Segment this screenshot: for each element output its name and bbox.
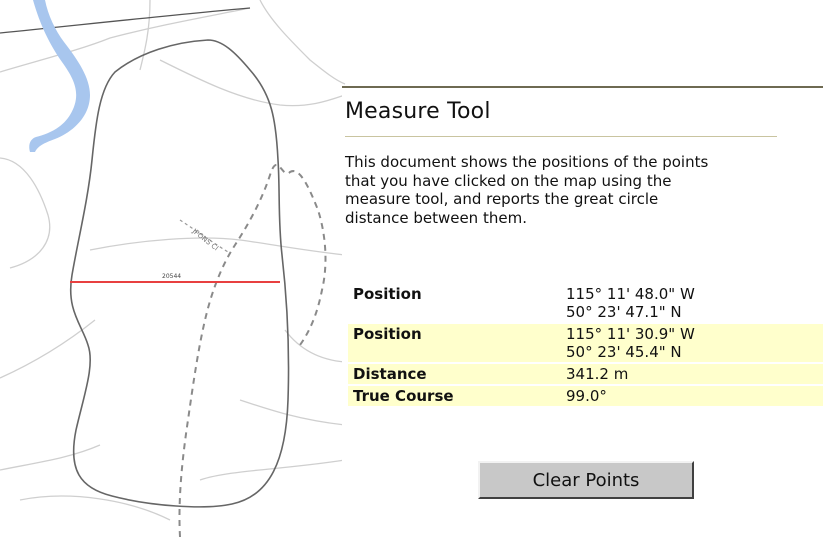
description-line: This document shows the positions of the… xyxy=(345,153,709,171)
dashed-trail xyxy=(178,163,327,537)
row-value: 115° 11' 48.0" W 50° 23' 47.1" N xyxy=(561,284,823,322)
row-label-position-1: Position xyxy=(353,285,422,303)
road-line xyxy=(0,157,51,269)
table-row: Position 115° 11' 30.9" W 50° 23' 45.4" … xyxy=(348,324,823,362)
description-line: that you have clicked on the map using t… xyxy=(345,171,672,190)
table-row: Position 115° 11' 48.0" W 50° 23' 47.1" … xyxy=(348,284,823,322)
true-course-text: 99.0° xyxy=(566,387,607,405)
road-line xyxy=(259,0,346,85)
true-course-value: 99.0° xyxy=(561,386,823,406)
road-line xyxy=(199,459,346,481)
row-label-distance: Distance xyxy=(348,364,561,384)
measure-tool-window: JPONS Cl 20544 Measure Tool This documen… xyxy=(0,0,823,537)
title-divider xyxy=(345,136,777,137)
road-line xyxy=(0,444,101,471)
clear-points-button[interactable]: Clear Points xyxy=(478,461,694,499)
road-label: JPONS Cl xyxy=(190,227,220,253)
top-divider xyxy=(342,86,823,88)
description-line: measure tool, and reports the great circ… xyxy=(345,190,659,208)
distance-value: 341.2 m xyxy=(561,364,823,384)
latitude-value: 50° 23' 45.4" N xyxy=(566,343,682,361)
road-line xyxy=(139,0,151,71)
table-row: True Course 99.0° xyxy=(348,386,823,406)
latitude-value: 50° 23' 47.1" N xyxy=(566,303,682,321)
longitude-value: 115° 11' 48.0" W xyxy=(566,285,695,303)
row-label-position-2: Position xyxy=(348,324,561,362)
road-line xyxy=(284,329,346,363)
longitude-value: 115° 11' 30.9" W xyxy=(566,325,695,343)
description: This document shows the positions of the… xyxy=(345,153,823,227)
page-title: Measure Tool xyxy=(345,99,491,124)
road-line xyxy=(239,399,346,426)
road-line xyxy=(159,59,346,107)
results-table: Position 115° 11' 48.0" W 50° 23' 47.1" … xyxy=(348,282,823,408)
segment-label: 20544 xyxy=(162,273,181,280)
river-water xyxy=(29,0,90,152)
row-value: 115° 11' 30.9" W 50° 23' 45.4" N xyxy=(561,324,823,362)
measure-panel: Measure Tool This document shows the pos… xyxy=(342,86,823,537)
road-line xyxy=(19,495,171,521)
description-line: distance between them. xyxy=(345,208,527,227)
table-row: Distance 341.2 m xyxy=(348,364,823,384)
distance-text: 341.2 m xyxy=(566,365,629,383)
row-label-true-course: True Course xyxy=(348,386,561,406)
